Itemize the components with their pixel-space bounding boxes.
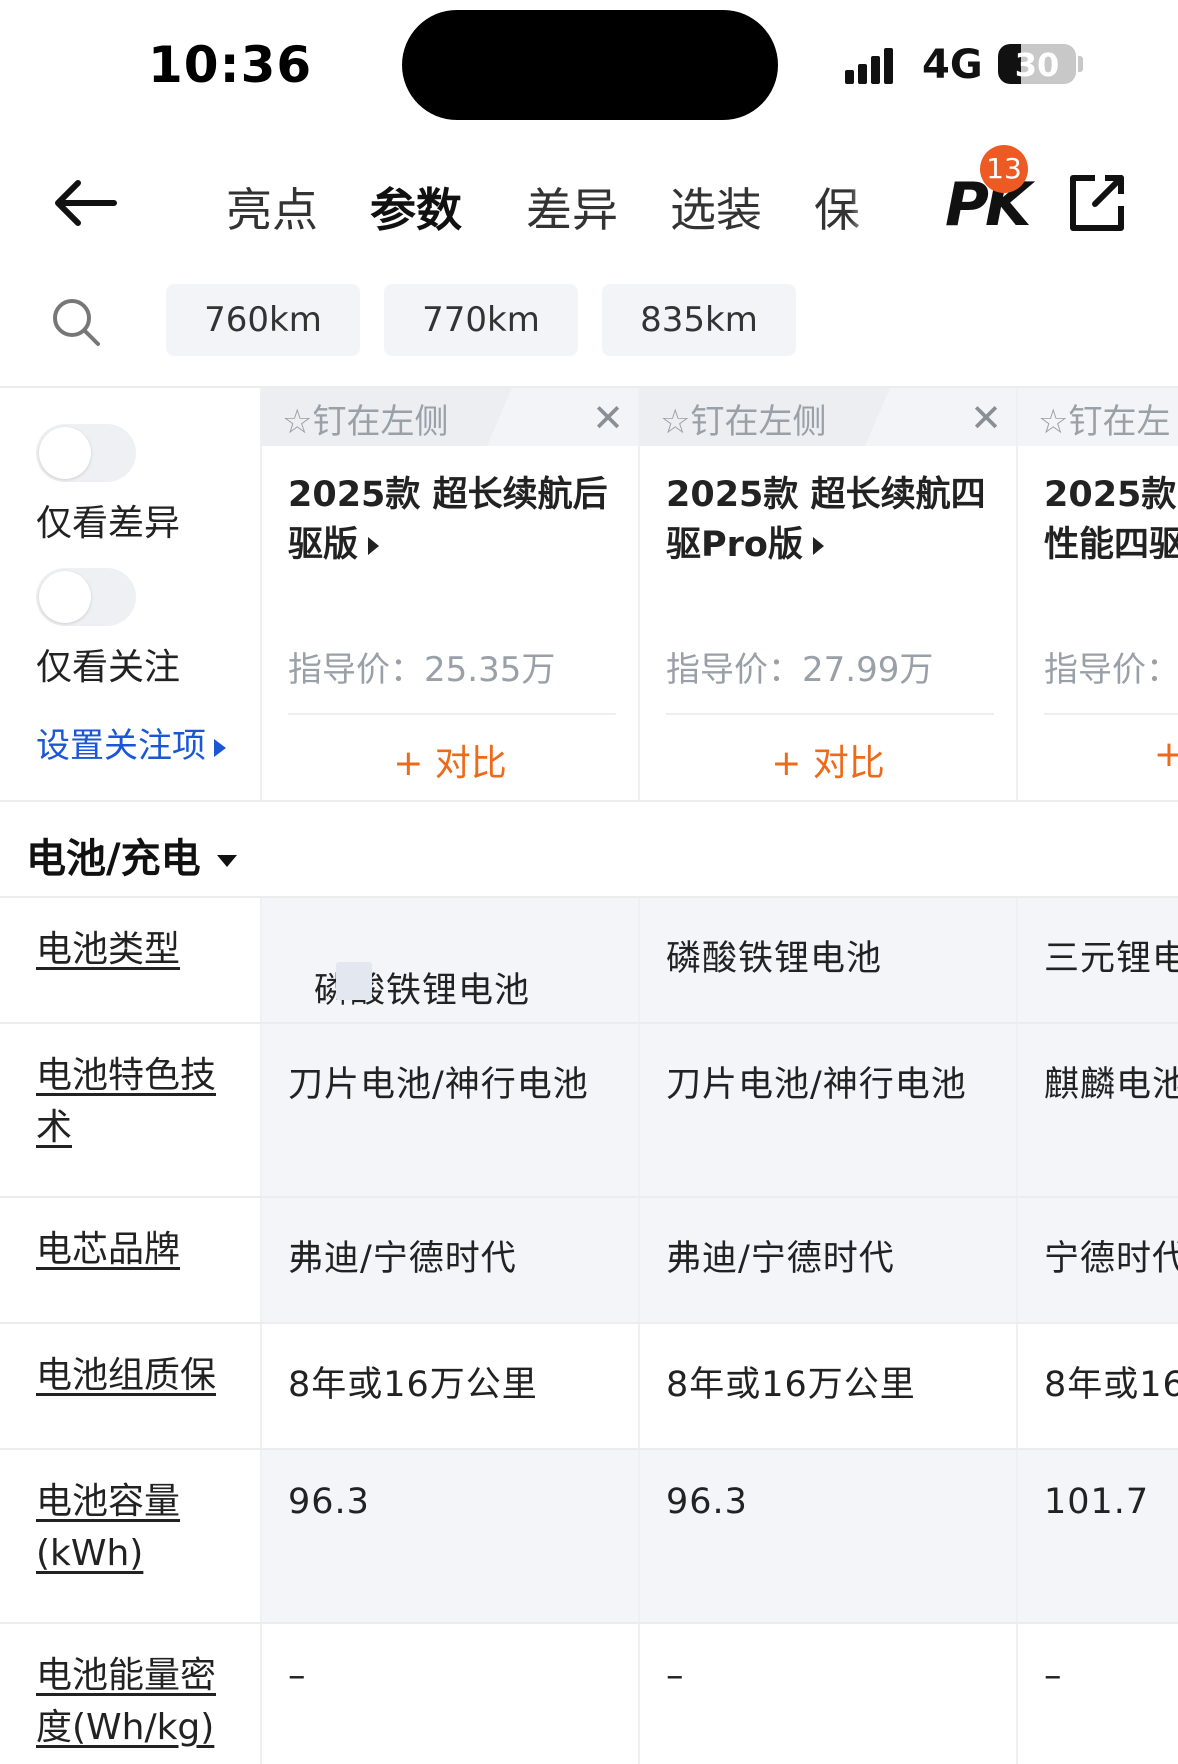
param-value: 麒麟电池 — [1044, 1065, 1178, 1105]
param-value: 8年或16 — [1044, 1365, 1178, 1405]
battery-tip — [1078, 56, 1083, 72]
car-column: ☆钉在左 2025款 性能四驱 指导价： + — [1018, 388, 1178, 800]
tab-params-label: 参数 — [370, 183, 462, 237]
param-label[interactable]: 电池类型 — [36, 924, 236, 976]
section-title: 电池/充电 — [26, 836, 201, 882]
magnifier-icon[interactable] — [336, 962, 372, 1000]
pin-icon: ☆ — [1038, 402, 1069, 442]
guide-price: 指导价：25.35万 — [288, 650, 556, 690]
caret-right-icon — [214, 738, 226, 757]
param-value: 刀片电池/神行电池 — [666, 1065, 967, 1105]
param-value: 8年或16万公里 — [288, 1365, 538, 1405]
param-value: 8年或16万公里 — [666, 1365, 916, 1405]
param-label[interactable]: 电芯品牌 — [36, 1224, 236, 1276]
param-row: 电池容量(kWh) 96.3 96.3 101.7 — [0, 1450, 1178, 1624]
param-row: 电池特色技术 刀片电池/神行电池 刀片电池/神行电池 麒麟电池 — [0, 1024, 1178, 1198]
param-row: 电芯品牌 弗迪/宁德时代 弗迪/宁德时代 宁德时代 — [0, 1198, 1178, 1324]
set-focus-link[interactable]: 设置关注项 — [36, 718, 226, 767]
divider — [1044, 713, 1178, 715]
pin-bar: ☆钉在左侧 ✕ — [640, 388, 1016, 446]
param-row: 电池能量密度(Wh/kg) – – – — [0, 1624, 1178, 1764]
param-value: – — [666, 1656, 685, 1696]
param-label[interactable]: 电池特色技术 — [36, 1050, 236, 1154]
param-row: 电池类型 磷酸铁锂电池 磷酸铁锂电池 三元锂电 — [0, 898, 1178, 1024]
param-value: 磷酸铁锂电池 — [666, 939, 883, 979]
param-label[interactable]: 电池能量密度(Wh/kg) — [36, 1650, 236, 1754]
pin-icon: ☆ — [282, 402, 313, 442]
version-filter-row: 760km 770km 835km — [0, 282, 1178, 362]
tab-more[interactable]: 保 — [814, 174, 874, 240]
version-chip-835km[interactable]: 835km — [602, 284, 796, 356]
signal-icon — [845, 44, 905, 84]
filter-controls: 仅看差异 仅看关注 设置关注项 — [0, 388, 262, 800]
pin-left-button[interactable]: ☆钉在左侧 — [640, 388, 890, 446]
edit-icon[interactable] — [1065, 172, 1127, 234]
pin-left-button[interactable]: ☆钉在左侧 — [262, 388, 512, 446]
param-value: – — [288, 1656, 307, 1696]
tab-options[interactable]: 选装 — [670, 174, 762, 240]
dynamic-island — [402, 10, 778, 120]
close-icon[interactable]: ✕ — [592, 396, 624, 440]
param-value: – — [1044, 1656, 1063, 1696]
pin-bar: ☆钉在左侧 ✕ — [262, 388, 638, 446]
version-chip-770km[interactable]: 770km — [384, 284, 578, 356]
param-label[interactable]: 电池容量(kWh) — [36, 1476, 236, 1580]
car-model-name[interactable]: 2025款 超长续航四 驱Pro版 — [666, 470, 996, 570]
caret-right-icon — [812, 537, 824, 555]
car-model-name[interactable]: 2025款 性能四驱 — [1044, 470, 1178, 570]
version-chip-760km[interactable]: 760km — [166, 284, 360, 356]
only-diff-toggle[interactable] — [36, 424, 136, 482]
param-label[interactable]: 电池组质保 — [36, 1350, 236, 1402]
param-value: 101.7 — [1044, 1482, 1150, 1522]
close-icon[interactable]: ✕ — [970, 396, 1002, 440]
car-column: ☆钉在左侧 ✕ 2025款 超长续航后 驱版 指导价：25.35万 + 对比 — [262, 388, 640, 800]
only-focus-label: 仅看关注 — [36, 647, 181, 688]
search-icon[interactable] — [50, 296, 102, 348]
param-value: 三元锂电 — [1044, 939, 1178, 979]
only-focus-toggle[interactable] — [36, 568, 136, 626]
pin-icon: ☆ — [660, 402, 691, 442]
divider — [0, 800, 1178, 802]
battery-percent: 30 — [1014, 46, 1060, 84]
guide-price: 指导价： — [1044, 650, 1178, 690]
pin-left-label: 钉在左 — [1068, 402, 1171, 442]
car-column: ☆钉在左侧 ✕ 2025款 超长续航四 驱Pro版 指导价：27.99万 + 对比 — [640, 388, 1018, 800]
guide-price: 指导价：27.99万 — [666, 650, 934, 690]
param-value: 96.3 — [666, 1482, 748, 1522]
pin-left-label: 钉在左侧 — [312, 402, 449, 442]
add-compare-button[interactable]: + 对比 — [640, 734, 1016, 786]
param-value: 宁德时代 — [1044, 1239, 1178, 1279]
set-focus-label: 设置关注项 — [36, 726, 206, 766]
add-compare-button[interactable]: + 对比 — [262, 734, 638, 786]
divider — [666, 713, 994, 715]
param-value: 弗迪/宁德时代 — [288, 1239, 517, 1279]
caret-down-icon — [216, 855, 237, 867]
param-value: 弗迪/宁德时代 — [666, 1239, 895, 1279]
pin-left-button[interactable]: ☆钉在左 — [1038, 394, 1170, 443]
section-header-battery[interactable]: 电池/充电 — [26, 826, 237, 884]
back-arrow-icon[interactable] — [50, 178, 120, 228]
status-bar: 10:36 4G 30 — [0, 0, 1178, 130]
param-value: 刀片电池/神行电池 — [288, 1065, 589, 1105]
tab-params[interactable]: 参数 — [370, 174, 462, 240]
only-diff-label: 仅看差异 — [36, 503, 181, 544]
network-type: 4G — [922, 42, 983, 88]
divider — [288, 713, 616, 715]
add-compare-button[interactable]: + — [1154, 734, 1178, 775]
pk-count-badge: 13 — [980, 145, 1028, 193]
tab-highlights[interactable]: 亮点 — [226, 174, 318, 240]
param-row: 电池组质保 8年或16万公里 8年或16万公里 8年或16 — [0, 1324, 1178, 1450]
caret-right-icon — [368, 537, 380, 555]
pin-bar: ☆钉在左 — [1018, 388, 1178, 446]
pin-left-label: 钉在左侧 — [690, 402, 827, 442]
top-nav: 亮点 参数 差异 选装 保 PK 13 — [0, 140, 1178, 270]
tab-differences[interactable]: 差异 — [526, 174, 618, 240]
battery-icon: 30 — [998, 44, 1076, 84]
car-model-name[interactable]: 2025款 超长续航后 驱版 — [288, 470, 618, 570]
clock: 10:36 — [148, 36, 313, 94]
param-value: 96.3 — [288, 1482, 370, 1522]
